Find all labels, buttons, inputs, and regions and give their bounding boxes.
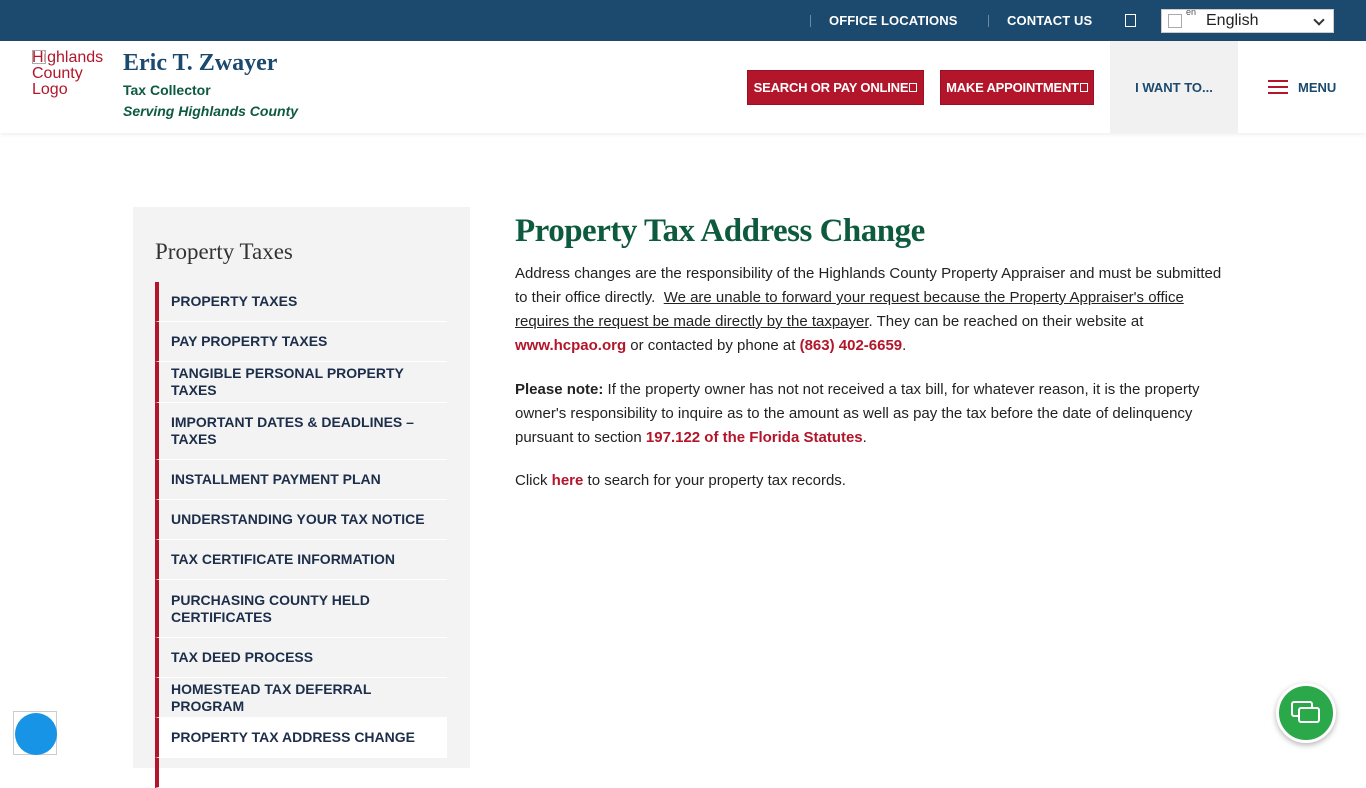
sidebar-item-tax-deed-process[interactable]: TAX DEED PROCESS [155,638,447,678]
sidebar-item-tax-certificate-information[interactable]: TAX CERTIFICATE INFORMATION [155,540,447,580]
utility-bar: OFFICE LOCATIONS CONTACT US en English [0,0,1366,41]
menu-label: MENU [1298,79,1337,95]
chevron-down-icon [1313,14,1325,26]
office-locations-link[interactable]: OFFICE LOCATIONS [810,0,957,41]
menu-button[interactable]: MENU [1268,41,1336,133]
external-link-icon [909,83,918,92]
sidebar-item-pay-property-taxes[interactable]: PAY PROPERTY TAXES [155,322,447,362]
language-select[interactable]: en English [1161,7,1334,33]
contact-us-link[interactable]: CONTACT US [988,0,1092,41]
sidebar-title: Property Taxes [155,239,293,264]
accessibility-button[interactable] [13,711,57,755]
main-content: Property Tax Address Change Address chan… [515,210,1227,493]
sidebar-item-purchasing-county-held-certificates[interactable]: PURCHASING COUNTY HELD CERTIFICATES [155,580,447,638]
sidebar-item-homestead-tax-deferral[interactable]: HOMESTEAD TAX DEFERRAL PROGRAM [155,678,447,718]
accessibility-icon [15,713,57,755]
make-appointment-button[interactable]: MAKE APPOINTMENT [940,70,1094,105]
org-name[interactable]: Eric T. Zwayer [123,50,277,77]
phone-icon [988,14,998,27]
sidebar-item-installment-payment-plan[interactable]: INSTALLMENT PAYMENT PLAN [155,460,447,500]
sidebar-nav: PROPERTY TAXES PAY PROPERTY TAXES TANGIB… [155,282,447,788]
hcpao-website-link[interactable]: www.hcpao.org [515,337,626,354]
hamburger-icon [1268,80,1288,94]
map-marker-icon [810,14,820,27]
external-link-icon [1079,83,1088,92]
org-title: Tax Collector [123,82,211,98]
address-change-paragraph: Address changes are the responsibility o… [515,265,1222,354]
page-title: Property Tax Address Change [515,213,925,249]
section-sidebar: Property Taxes PROPERTY TAXES PAY PROPER… [133,207,470,788]
please-note-paragraph: Please note: If the property owner has n… [515,381,1200,446]
office-locations-label: OFFICE LOCATIONS [829,13,958,28]
site-header: Highlands County Logo Eric T. Zwayer Tax… [0,41,1366,133]
i-want-to-button[interactable]: I WANT TO... [1110,41,1238,133]
language-selected: English [1206,12,1259,29]
sidebar-item-property-taxes[interactable]: PROPERTY TAXES [155,282,447,322]
sidebar-item-understanding-tax-notice[interactable]: UNDERSTANDING YOUR TAX NOTICE [155,500,447,540]
language-flag-icon: en [1168,7,1202,29]
search-records-here-link[interactable]: here [552,472,584,489]
phone-number-link[interactable]: (863) 402-6659 [800,337,903,354]
please-note-label: Please note: [515,381,604,398]
chat-button[interactable] [1276,683,1336,743]
broken-image-icon [32,50,46,64]
search-icon[interactable] [1125,14,1136,27]
search-records-paragraph: Click here to search for your property t… [515,472,846,489]
contact-us-label: CONTACT US [1007,13,1093,28]
county-logo[interactable]: Highlands County Logo [32,50,110,98]
sidebar-item-more[interactable] [155,758,447,788]
florida-statutes-link[interactable]: 197.122 of the Florida Statutes [646,429,863,446]
sidebar-item-tangible-personal-property-taxes[interactable]: TANGIBLE PERSONAL PROPERTY TAXES [155,362,447,403]
sidebar-item-property-tax-address-change[interactable]: PROPERTY TAX ADDRESS CHANGE [155,718,447,758]
org-subtitle: Serving Highlands County [123,103,299,119]
search-or-pay-online-button[interactable]: SEARCH OR PAY ONLINE [747,70,924,105]
sidebar-item-important-dates[interactable]: IMPORTANT DATES & DEADLINES – TAXES [155,403,447,460]
